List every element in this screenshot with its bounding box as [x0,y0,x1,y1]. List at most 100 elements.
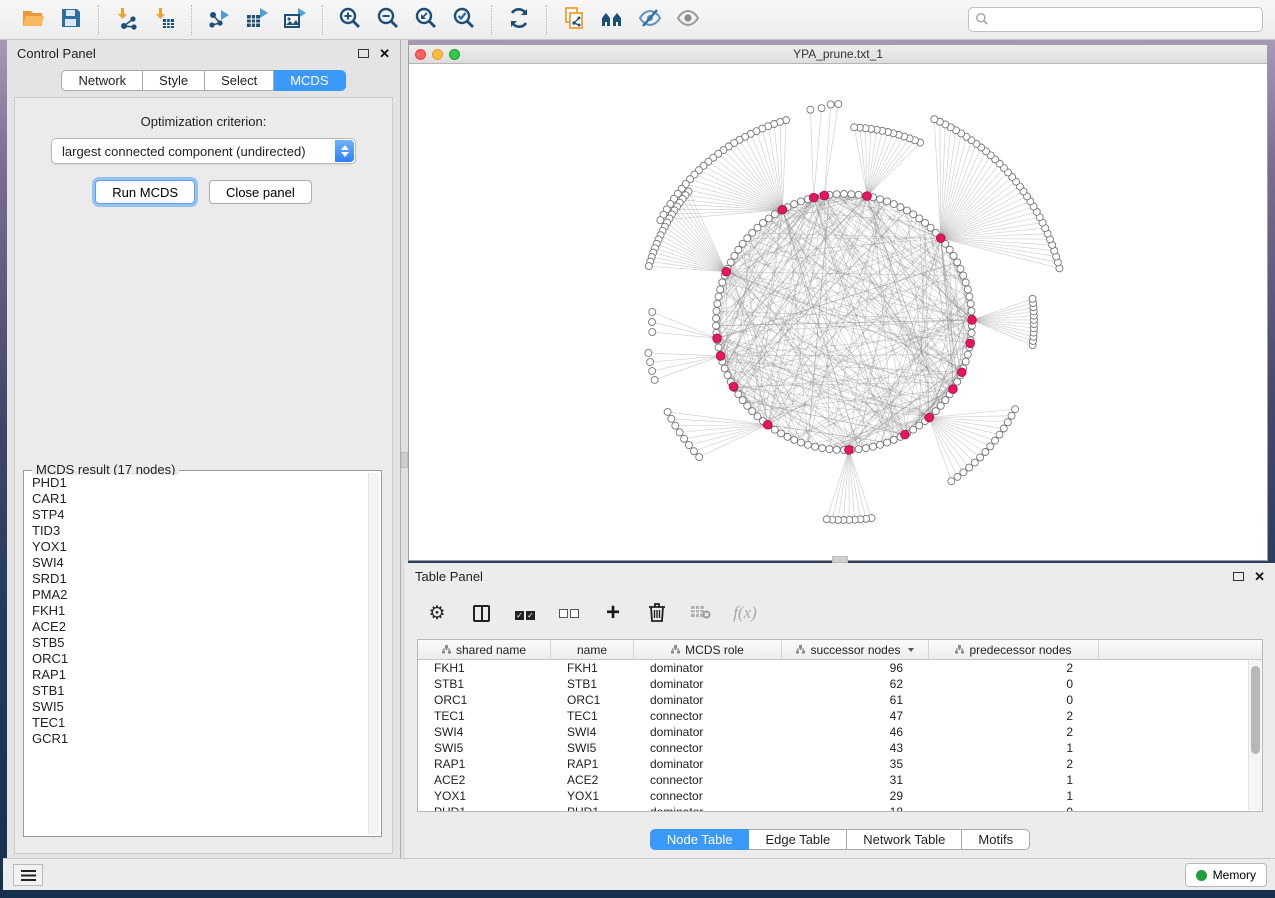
control-panel-float-button[interactable] [358,49,369,58]
first-neighbors-button[interactable] [593,4,631,36]
export-table-button[interactable] [238,4,276,36]
mcds-result-item[interactable]: RAP1 [26,667,367,683]
cell-successor-nodes: 96 [782,661,929,675]
control-panel-title: Control Panel [17,46,96,61]
table-row[interactable]: FKH1FKH1dominator962 [418,660,1248,676]
search-input[interactable] [968,7,1263,32]
close-panel-button[interactable]: Close panel [209,180,312,204]
table-row[interactable]: SWI4SWI4dominator462 [418,724,1248,740]
export-image-button[interactable] [276,4,314,36]
column-header-successor-nodes[interactable]: successor nodes [782,640,929,659]
network-window-title: YPA_prune.txt_1 [409,47,1267,61]
cell-shared-name: YOX1 [418,789,551,803]
table-panel-float-button[interactable] [1233,572,1244,581]
select-all-button[interactable]: ✓✓ [513,598,537,628]
mcds-result-item[interactable]: STP4 [26,507,367,523]
open-file-button[interactable] [14,4,52,36]
function-builder-button[interactable]: f(x) [733,598,757,628]
mcds-result-item[interactable]: CAR1 [26,491,367,507]
column-header-mcds-role[interactable]: MCDS role [634,640,782,659]
task-history-button[interactable] [13,864,43,886]
cell-successor-nodes: 47 [782,709,929,723]
tab-network[interactable]: Network [61,70,143,91]
mcds-result-item[interactable]: FKH1 [26,603,367,619]
import-network-button[interactable] [107,4,145,36]
mcds-result-scrollbar[interactable] [368,473,379,834]
memory-button[interactable]: Memory [1185,863,1267,887]
refresh-view-button[interactable] [500,4,538,36]
table-row[interactable]: STB1STB1dominator620 [418,676,1248,692]
table-panel-close-button[interactable]: ✕ [1254,570,1265,583]
network-window-titlebar: YPA_prune.txt_1 [409,45,1267,64]
cell-name: PHD1 [551,805,634,811]
mcds-result-item[interactable]: GCR1 [26,731,367,747]
delete-table-button[interactable] [689,598,713,628]
mcds-result-item[interactable]: TID3 [26,523,367,539]
show-columns-button[interactable] [469,598,493,628]
delete-column-button[interactable] [645,598,669,628]
tab-select[interactable]: Select [205,70,274,91]
column-header-predecessor-nodes[interactable]: predecessor nodes [929,640,1099,659]
delete-table-icon [691,605,711,622]
tab-network-table[interactable]: Network Table [847,829,962,850]
cell-mcds-role: dominator [634,693,782,707]
column-header-name[interactable]: name [551,640,634,659]
optimization-criterion-select[interactable]: largest connected component (undirected) [51,138,356,164]
cell-successor-nodes: 18 [782,805,929,811]
table-row[interactable]: ORC1ORC1dominator610 [418,692,1248,708]
tab-motifs[interactable]: Motifs [962,829,1030,850]
zoom-out-button[interactable] [369,4,407,36]
add-column-button[interactable]: + [601,598,625,628]
table-settings-button[interactable]: ⚙ [425,598,449,628]
export-table-icon [245,6,269,33]
table-row[interactable]: TEC1TEC1connector472 [418,708,1248,724]
hide-selected-button[interactable] [631,4,669,36]
mcds-result-item[interactable]: YOX1 [26,539,367,555]
show-all-button[interactable] [669,4,707,36]
mcds-result-item[interactable]: SWI4 [26,555,367,571]
table-row[interactable]: PHD1PHD1dominator180 [418,804,1248,811]
mcds-result-item[interactable]: ACE2 [26,619,367,635]
control-panel-close-button[interactable]: ✕ [379,47,390,60]
table-row[interactable]: YOX1YOX1connector291 [418,788,1248,804]
fx-icon: f(x) [733,603,757,623]
zoom-fit-button[interactable] [407,4,445,36]
export-network-button[interactable] [200,4,238,36]
import-table-button[interactable] [145,4,183,36]
mcds-result-item[interactable]: SRD1 [26,571,367,587]
network-canvas[interactable] [409,64,1267,560]
table-row[interactable]: ACE2ACE2connector311 [418,772,1248,788]
tab-edge-table[interactable]: Edge Table [749,829,847,850]
table-row[interactable]: RAP1RAP1dominator352 [418,756,1248,772]
mcds-result-item[interactable]: TEC1 [26,715,367,731]
zoom-selected-button[interactable] [445,4,483,36]
tab-node-table[interactable]: Node Table [650,829,750,850]
tab-mcds[interactable]: MCDS [274,70,345,91]
import-table-icon [152,6,176,33]
table-scrollbar-thumb[interactable] [1251,666,1260,754]
save-session-button[interactable] [52,4,90,36]
deselect-all-button[interactable] [557,598,581,628]
table-row[interactable]: SWI5SWI5connector431 [418,740,1248,756]
table-scrollbar[interactable] [1248,660,1262,810]
mcds-result-item[interactable]: SWI5 [26,699,367,715]
cell-name: STB1 [551,677,634,691]
mcds-panel: Optimization criterion: largest connecte… [14,97,393,854]
optimization-criterion-label: Optimization criterion: [15,114,392,129]
mcds-result-item[interactable]: ORC1 [26,651,367,667]
clone-network-button[interactable] [555,4,593,36]
view-group [547,0,715,40]
run-mcds-button[interactable]: Run MCDS [95,180,195,204]
control-panel: Control Panel ✕ Network Style Select MCD… [7,40,401,858]
mcds-result-item[interactable]: PHD1 [26,475,367,491]
status-bar: Memory [3,858,1275,890]
mcds-result-item[interactable]: STB5 [26,635,367,651]
tab-style[interactable]: Style [143,70,205,91]
mcds-result-item[interactable]: PMA2 [26,587,367,603]
column-header-shared-name[interactable]: shared name [418,640,551,659]
cell-name: ACE2 [551,773,634,787]
zoom-in-button[interactable] [331,4,369,36]
mcds-result-item[interactable]: STB1 [26,683,367,699]
horizontal-splitter-handle[interactable] [832,556,848,563]
vertical-splitter-handle[interactable] [401,452,408,468]
